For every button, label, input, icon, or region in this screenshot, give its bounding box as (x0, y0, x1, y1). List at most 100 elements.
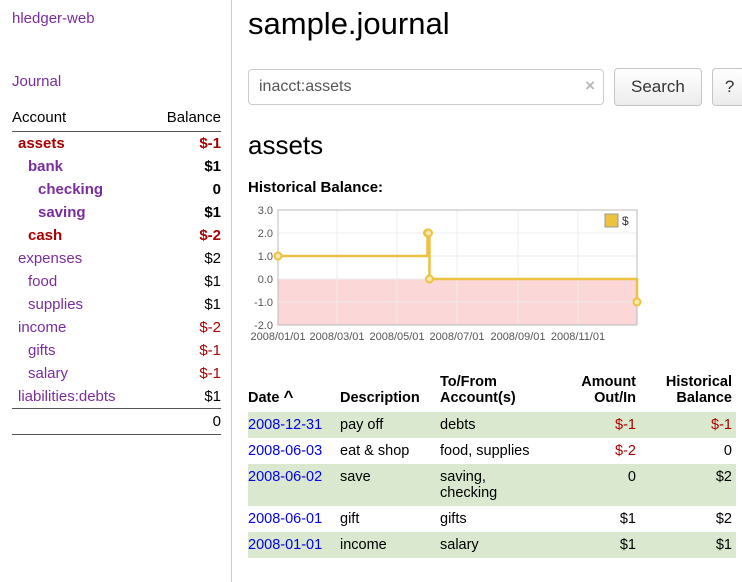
transaction-date-link[interactable]: 2008-12-31 (248, 417, 322, 433)
sidebar: hledger-web Journal Account Balance asse… (0, 0, 232, 582)
balance-chart-svg: 3.02.01.00.0-1.0-2.02008/01/012008/03/01… (248, 204, 722, 354)
account-link[interactable]: liabilities:debts (18, 388, 116, 405)
account-link[interactable]: assets (18, 135, 65, 152)
transaction-date-link[interactable]: 2008-06-01 (248, 511, 322, 527)
transaction-description: eat & shop (340, 438, 440, 464)
svg-text:2008/01/01: 2008/01/01 (250, 331, 305, 343)
search-button[interactable]: Search (614, 68, 702, 106)
account-row: gifts $-1 (12, 339, 221, 362)
account-balance: $1 (149, 293, 221, 316)
svg-text:-1.0: -1.0 (254, 297, 273, 309)
svg-text:1.0: 1.0 (258, 251, 273, 263)
account-total-row: 0 (12, 409, 221, 435)
account-balance: $-2 (149, 224, 221, 247)
transaction-description: gift (340, 506, 440, 532)
register-body: 2008-12-31pay offdebts$-1$-12008-06-03ea… (248, 412, 736, 558)
account-row: checking 0 (12, 178, 221, 201)
transaction-amount: $-1 (540, 412, 640, 438)
transaction-amount: 0 (540, 464, 640, 506)
description-column-header: Description (340, 371, 440, 412)
account-link[interactable]: food (28, 273, 57, 290)
transaction-description: pay off (340, 412, 440, 438)
transaction-row: 2008-06-01 giftgifts$1$2 (248, 506, 736, 532)
register-header-row: Date ^ Description To/From Account(s) Am… (248, 371, 736, 412)
account-link[interactable]: salary (28, 365, 68, 382)
svg-text:2008/05/01: 2008/05/01 (369, 331, 424, 343)
transaction-accounts: saving, checking (440, 464, 540, 506)
account-link[interactable]: cash (28, 227, 62, 244)
app-title-link[interactable]: hledger-web (12, 10, 221, 27)
account-balance: $-1 (149, 132, 221, 156)
account-row: expenses $2 (12, 247, 221, 270)
account-link[interactable]: expenses (18, 250, 82, 267)
transaction-accounts: salary (440, 532, 540, 558)
svg-text:3.0: 3.0 (258, 205, 273, 217)
account-column-header: Account (12, 106, 149, 132)
main-content: sample.journal × Search ? assets Histori… (232, 0, 742, 582)
chart-title: Historical Balance: (248, 179, 742, 196)
transaction-amount: $-2 (540, 438, 640, 464)
transaction-balance: 0 (640, 438, 736, 464)
transaction-row: 2008-06-02 savesaving, checking0$2 (248, 464, 736, 506)
date-column-header[interactable]: Date ^ (248, 371, 340, 412)
account-balance: $1 (149, 385, 221, 409)
register-table: Date ^ Description To/From Account(s) Am… (248, 371, 736, 558)
transaction-accounts: gifts (440, 506, 540, 532)
transaction-row: 2008-01-01incomesalary$1$1 (248, 532, 736, 558)
sort-ascending-icon: ^ (283, 387, 293, 406)
svg-text:2.0: 2.0 (258, 228, 273, 240)
account-balance: $2 (149, 247, 221, 270)
account-link[interactable]: income (18, 319, 66, 336)
transaction-balance: $-1 (640, 412, 736, 438)
transaction-date-link[interactable]: 2008-06-03 (248, 443, 322, 459)
account-link[interactable]: supplies (28, 296, 83, 313)
search-input-wrap: × (248, 69, 604, 105)
account-row: food $1 (12, 270, 221, 293)
account-tree: Account Balance assets$-1bank$1checking0… (12, 106, 221, 435)
account-row: bank$1 (12, 155, 221, 178)
historical-balance-chart: 3.02.01.00.0-1.0-2.02008/01/012008/03/01… (248, 204, 742, 359)
account-balance: $1 (149, 201, 221, 224)
svg-text:$: $ (622, 214, 629, 228)
account-row: liabilities:debts $1 (12, 385, 221, 409)
svg-text:0.0: 0.0 (258, 274, 273, 286)
sidebar-item-journal[interactable]: Journal (12, 73, 221, 90)
amount-column-header: Amount Out/In (540, 371, 640, 412)
transaction-date-link[interactable]: 2008-06-02 (248, 469, 322, 485)
account-row: income$-2 (12, 316, 221, 339)
balance-column-header: Balance (149, 106, 221, 132)
transaction-amount: $1 (540, 506, 640, 532)
svg-text:2008/09/01: 2008/09/01 (490, 331, 545, 343)
account-balance: $-1 (149, 339, 221, 362)
clear-search-icon[interactable]: × (585, 77, 595, 95)
account-heading: assets (248, 130, 742, 161)
transaction-row: 2008-12-31pay offdebts$-1$-1 (248, 412, 736, 438)
transaction-description: income (340, 532, 440, 558)
account-total-balance: 0 (149, 409, 221, 435)
account-link[interactable]: bank (28, 158, 63, 175)
transaction-balance: $2 (640, 506, 736, 532)
transaction-accounts: debts (440, 412, 540, 438)
account-row: assets $-1 (12, 132, 221, 156)
search-input[interactable] (248, 69, 604, 105)
account-tree-body: assets$-1bank$1checking0saving$1cash$-2e… (12, 132, 221, 409)
account-row: supplies $1 (12, 293, 221, 316)
transaction-row: 2008-06-03 eat & shopfood, supplies$-20 (248, 438, 736, 464)
account-balance: 0 (149, 178, 221, 201)
help-button[interactable]: ? (712, 68, 742, 106)
svg-text:2008/03/01: 2008/03/01 (309, 331, 364, 343)
historical-balance-column-header: Historical Balance (640, 371, 736, 412)
account-link[interactable]: gifts (28, 342, 56, 359)
account-balance: $1 (149, 270, 221, 293)
account-link[interactable]: checking (38, 181, 103, 198)
transaction-date-link[interactable]: 2008-01-01 (248, 537, 322, 553)
transaction-description: save (340, 464, 440, 506)
transaction-amount: $1 (540, 532, 640, 558)
search-form: × Search ? (248, 68, 742, 106)
transaction-balance: $2 (640, 464, 736, 506)
page-title: sample.journal (248, 6, 742, 42)
transaction-balance: $1 (640, 532, 736, 558)
account-row: cash $-2 (12, 224, 221, 247)
transaction-accounts: food, supplies (440, 438, 540, 464)
account-link[interactable]: saving (38, 204, 86, 221)
